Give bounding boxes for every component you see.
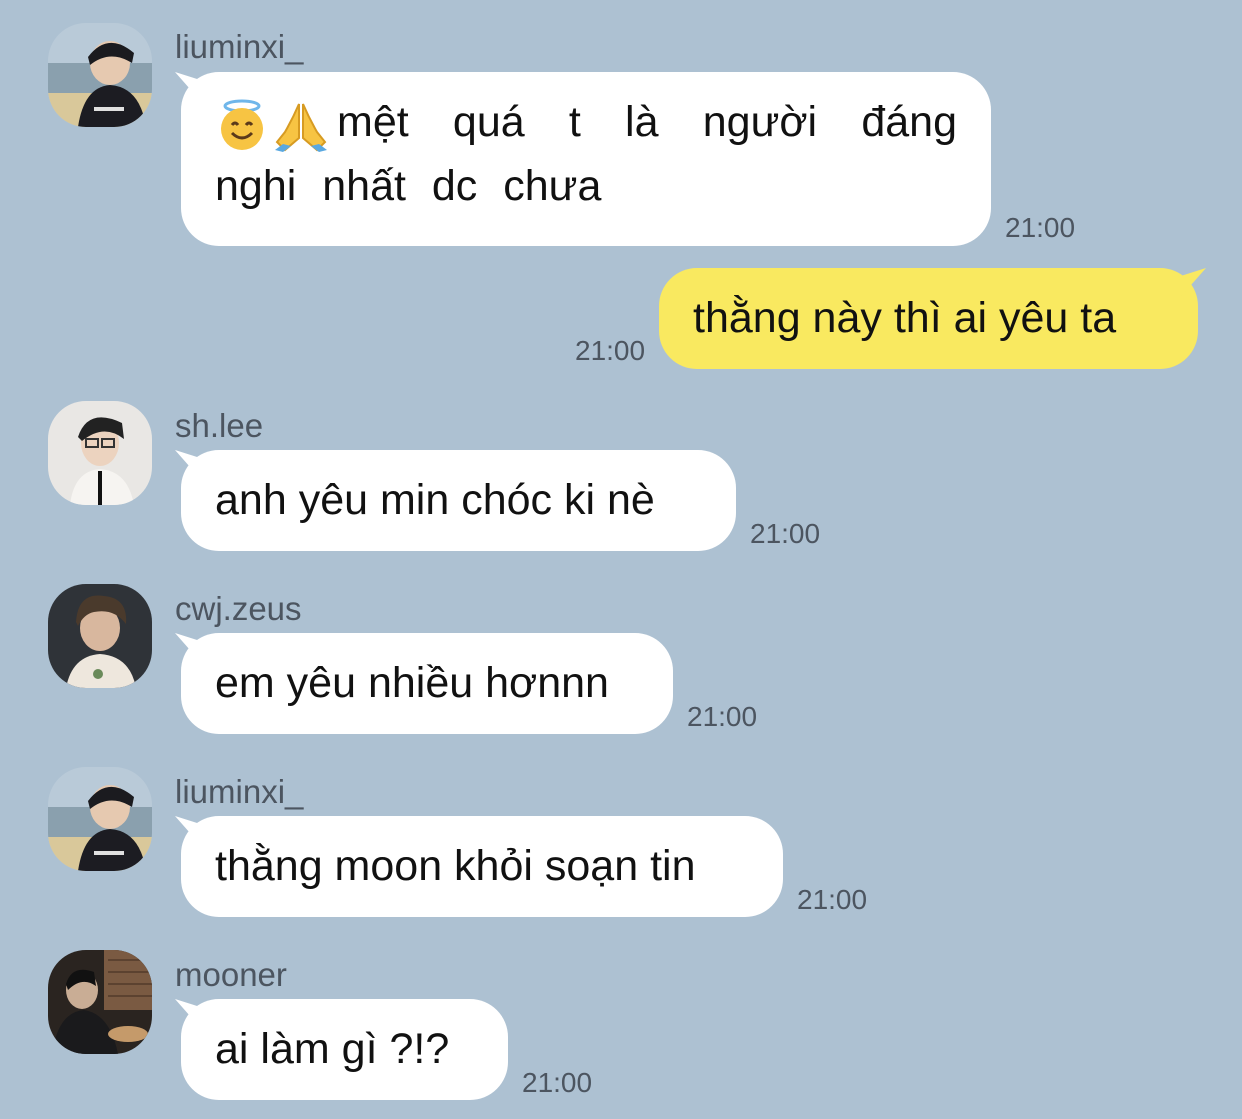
mooner-avatar	[48, 950, 152, 1054]
chat-message-list[interactable]: liuminxi_ mệt quá t là người đáng nghi n…	[0, 0, 1242, 1119]
liuminxi-avatar	[48, 767, 152, 871]
sender-name: sh.lee	[175, 407, 264, 444]
avatar-cwj-zeus[interactable]	[48, 584, 152, 688]
message-bubble[interactable]: mệt quá t là người đáng nghi nhất dc chư…	[181, 72, 991, 246]
smiling-face-with-halo-icon	[221, 99, 263, 150]
message-timestamp: 21:00	[575, 335, 646, 366]
folded-hands-icon	[275, 103, 327, 152]
message-timestamp: 21:00	[797, 884, 868, 915]
message-bubble[interactable]: thằng moon khỏi soạn tin	[181, 816, 783, 917]
message-text: anh yêu min chóc ki nè	[215, 476, 655, 524]
sender-name: cwj.zeus	[175, 590, 302, 627]
sender-name: liuminxi_	[175, 773, 304, 810]
cwj-zeus-avatar	[48, 584, 152, 688]
avatar-liuminxi[interactable]	[48, 23, 152, 127]
message-text: thằng moon khỏi soạn tin	[215, 842, 696, 890]
sh-lee-avatar	[48, 401, 152, 505]
message-timestamp: 21:00	[687, 701, 758, 732]
message-bubble[interactable]: ai làm gì ?!?	[181, 999, 508, 1100]
message-text: ai làm gì ?!?	[215, 1025, 450, 1073]
message-text: thằng này thì ai yêu ta	[693, 294, 1117, 342]
outgoing-message-bubble[interactable]: thằng này thì ai yêu ta	[659, 268, 1198, 369]
avatar-liuminxi[interactable]	[48, 767, 152, 871]
message-text: em yêu nhiều hơnnn	[215, 659, 609, 707]
sender-name: liuminxi_	[175, 28, 304, 65]
avatar-mooner[interactable]	[48, 950, 152, 1054]
avatar-sh-lee[interactable]	[48, 401, 152, 505]
message-timestamp: 21:00	[750, 518, 821, 549]
sender-name: mooner	[175, 956, 287, 993]
message-bubble[interactable]: anh yêu min chóc ki nè	[181, 450, 736, 551]
liuminxi-avatar	[48, 23, 152, 127]
message-timestamp: 21:00	[522, 1067, 593, 1098]
message-timestamp: 21:00	[1005, 212, 1076, 243]
emoji-group	[215, 98, 329, 152]
message-bubble[interactable]: em yêu nhiều hơnnn	[181, 633, 673, 734]
